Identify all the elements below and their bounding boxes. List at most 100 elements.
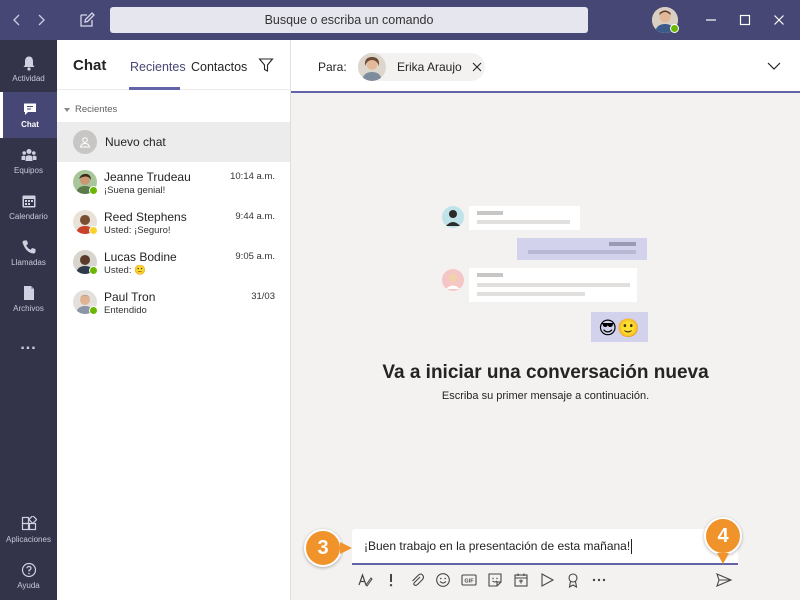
- rail-item-more[interactable]: ...: [0, 322, 57, 368]
- rail-item-actividad[interactable]: Actividad: [0, 46, 57, 92]
- new-chat-avatar: [73, 130, 97, 154]
- rail-item-chat[interactable]: Chat: [0, 92, 57, 138]
- search-input[interactable]: Busque o escriba un comando: [110, 7, 588, 33]
- chevron-right-icon[interactable]: [34, 13, 48, 27]
- sticker-icon: [488, 573, 502, 587]
- chat-icon: [24, 103, 36, 115]
- message-preview: Usted: ¡Seguro!: [104, 225, 171, 236]
- more-icon: ...: [20, 336, 37, 353]
- message-input[interactable]: ¡Buen trabajo en la presentación de esta…: [352, 529, 738, 565]
- list-item[interactable]: Jeanne Trudeau 10:14 a.m. ¡Suena genial!: [57, 162, 290, 202]
- important-icon: [389, 574, 393, 587]
- rail-item-equipos[interactable]: Equipos: [0, 138, 57, 184]
- illustration-bubble: [517, 238, 647, 260]
- filter-icon[interactable]: [258, 57, 274, 73]
- gif-button[interactable]: GIF: [456, 570, 482, 590]
- gif-icon: GIF: [461, 574, 477, 586]
- timestamp: 9:44 a.m.: [235, 211, 275, 222]
- stream-button[interactable]: [534, 570, 560, 590]
- new-chat-label: Nuevo chat: [105, 135, 166, 149]
- list-item[interactable]: Lucas Bodine 9:05 a.m. Usted: 🙂: [57, 242, 290, 282]
- page-title: Chat: [73, 57, 107, 74]
- more-options-button[interactable]: [586, 570, 612, 590]
- section-label: Recientes: [75, 104, 118, 115]
- emoji-icon: 😎🙂: [598, 318, 639, 338]
- timestamp: 10:14 a.m.: [230, 171, 275, 182]
- bell-icon: [23, 56, 34, 71]
- contact-name: Reed Stephens: [104, 210, 187, 224]
- arrow-down-icon: [717, 553, 729, 564]
- person-icon: [79, 137, 91, 148]
- rail-item-ayuda[interactable]: Ayuda: [0, 553, 57, 599]
- list-item[interactable]: Paul Tron 31/03 Entendido: [57, 282, 290, 322]
- format-button[interactable]: [352, 570, 378, 590]
- contact-name: Paul Tron: [104, 290, 156, 304]
- step-badge: 4: [704, 517, 742, 555]
- meet-button[interactable]: [508, 570, 534, 590]
- rail-item-calendario[interactable]: Calendario: [0, 184, 57, 230]
- rail-label: Aplicaciones: [6, 535, 51, 544]
- tab-contactos[interactable]: Contactos: [191, 60, 247, 74]
- svg-text:GIF: GIF: [464, 579, 474, 585]
- help-icon: [21, 562, 36, 578]
- close-icon[interactable]: [771, 12, 787, 28]
- new-chat-item[interactable]: Nuevo chat: [57, 122, 290, 162]
- empty-conversation-illustration: 😎🙂: [442, 206, 648, 342]
- title-bar: Busque o escriba un comando: [0, 0, 800, 40]
- rail-label: Llamadas: [11, 258, 46, 267]
- message-preview: ¡Suena genial!: [104, 185, 166, 196]
- praise-button[interactable]: [560, 570, 586, 590]
- attach-button[interactable]: [404, 570, 430, 590]
- rail-item-aplicaciones[interactable]: Aplicaciones: [0, 507, 57, 553]
- illustration-bubble: [442, 206, 580, 230]
- rail-item-archivos[interactable]: Archivos: [0, 276, 57, 322]
- section-recientes[interactable]: Recientes: [63, 104, 117, 115]
- tab-recientes[interactable]: Recientes: [130, 60, 186, 74]
- empty-state-subtitle: Escriba su primer mensaje a continuación…: [441, 390, 650, 402]
- minimize-icon[interactable]: [703, 12, 719, 28]
- rail-item-llamadas[interactable]: Llamadas: [0, 230, 57, 276]
- attach-icon: [412, 573, 425, 586]
- compose-toolbar: GIF: [352, 569, 738, 591]
- presence-available-icon: [89, 306, 98, 315]
- rail-label: Equipos: [14, 166, 43, 175]
- caret-down-icon: [64, 107, 70, 112]
- chat-list-panel: Chat Recientes Contactos Recientes Nuevo…: [57, 40, 291, 600]
- phone-icon: [22, 240, 35, 254]
- important-button[interactable]: [378, 570, 404, 590]
- empty-state-title: Va a iniciar una conversación nueva: [382, 362, 709, 383]
- compose-icon[interactable]: [78, 11, 96, 29]
- rail-label: Calendario: [9, 212, 48, 221]
- emoji-icon: [436, 573, 450, 587]
- file-icon: [23, 286, 34, 300]
- rail-label: Ayuda: [17, 581, 40, 590]
- contact-name: Lucas Bodine: [104, 250, 177, 264]
- timestamp: 9:05 a.m.: [235, 251, 275, 262]
- maximize-icon[interactable]: [737, 12, 753, 28]
- message-text: ¡Buen trabajo en la presentación de esta…: [364, 539, 631, 553]
- rail-label: Actividad: [12, 74, 45, 83]
- apps-icon: [21, 516, 37, 531]
- active-tab-indicator: [129, 87, 180, 90]
- send-icon[interactable]: [715, 571, 733, 589]
- chevron-left-icon[interactable]: [10, 13, 24, 27]
- rail-label: Archivos: [13, 304, 44, 313]
- list-item[interactable]: Reed Stephens 9:44 a.m. Usted: ¡Seguro!: [57, 202, 290, 242]
- emoji-button[interactable]: [430, 570, 456, 590]
- message-preview: Entendido: [104, 305, 147, 316]
- step-badge: 3: [304, 529, 342, 567]
- presence-available-icon: [89, 266, 98, 275]
- format-icon: [358, 573, 373, 587]
- contact-name: Jeanne Trudeau: [104, 170, 191, 184]
- illustration-bubble: [442, 268, 637, 302]
- timestamp: 31/03: [251, 291, 275, 302]
- text-caret: [631, 538, 633, 554]
- app-rail: Actividad Chat Equipos Calendario Llamad…: [0, 40, 57, 600]
- stream-icon: [541, 573, 555, 587]
- meet-icon: [514, 573, 528, 587]
- sticker-button[interactable]: [482, 570, 508, 590]
- more-options-icon: [592, 578, 606, 582]
- chat-list-header: Chat Recientes Contactos: [57, 40, 290, 90]
- presence-available-icon: [670, 24, 679, 33]
- message-preview: Usted: 🙂: [104, 265, 146, 276]
